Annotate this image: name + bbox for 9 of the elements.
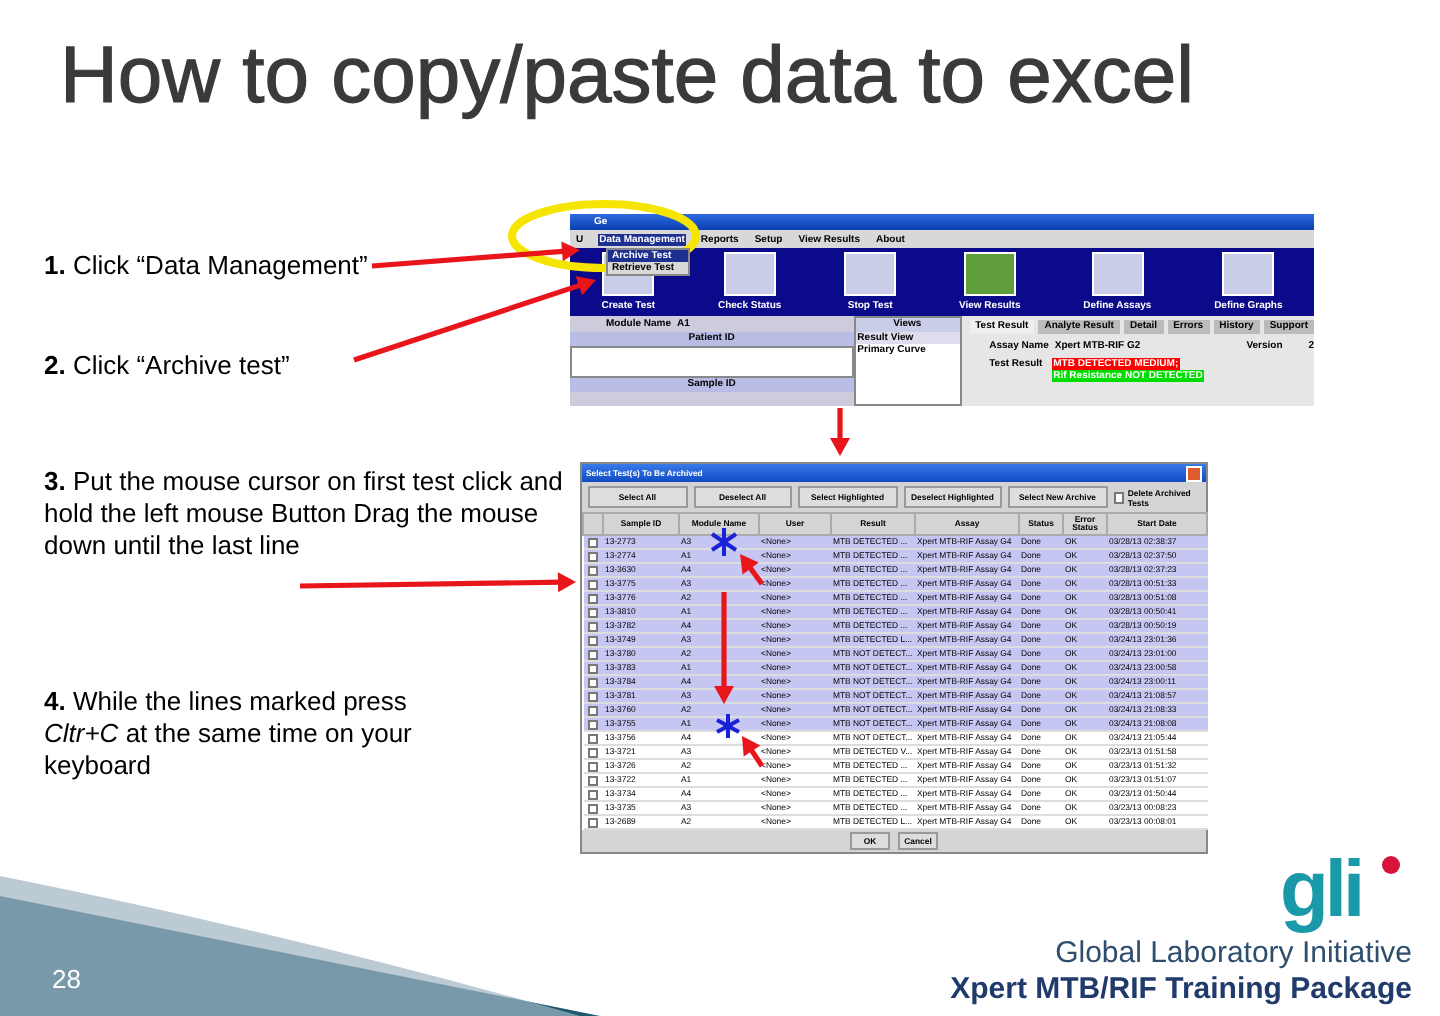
page-number: 28	[52, 964, 81, 994]
logo: gli	[1280, 856, 1404, 932]
instruction-text: 2. Click “Archive test”	[44, 350, 290, 382]
organization-name: Global Laboratory Initiative	[1055, 936, 1412, 970]
instruction-text: 3. Put the mouse cursor on first test click and hold the left mouse Button Drag the mouse down until the last line	[44, 466, 565, 562]
slide-title: How to copy/paste data to excel	[58, 30, 1196, 124]
instruction-text: 1. Click “Data Management”	[44, 250, 368, 282]
package-name: Xpert MTB/RIF Training Package	[950, 972, 1412, 1006]
instruction-text: 4. While the lines marked press Cltr+C at the same time on your keyboard	[44, 686, 414, 782]
